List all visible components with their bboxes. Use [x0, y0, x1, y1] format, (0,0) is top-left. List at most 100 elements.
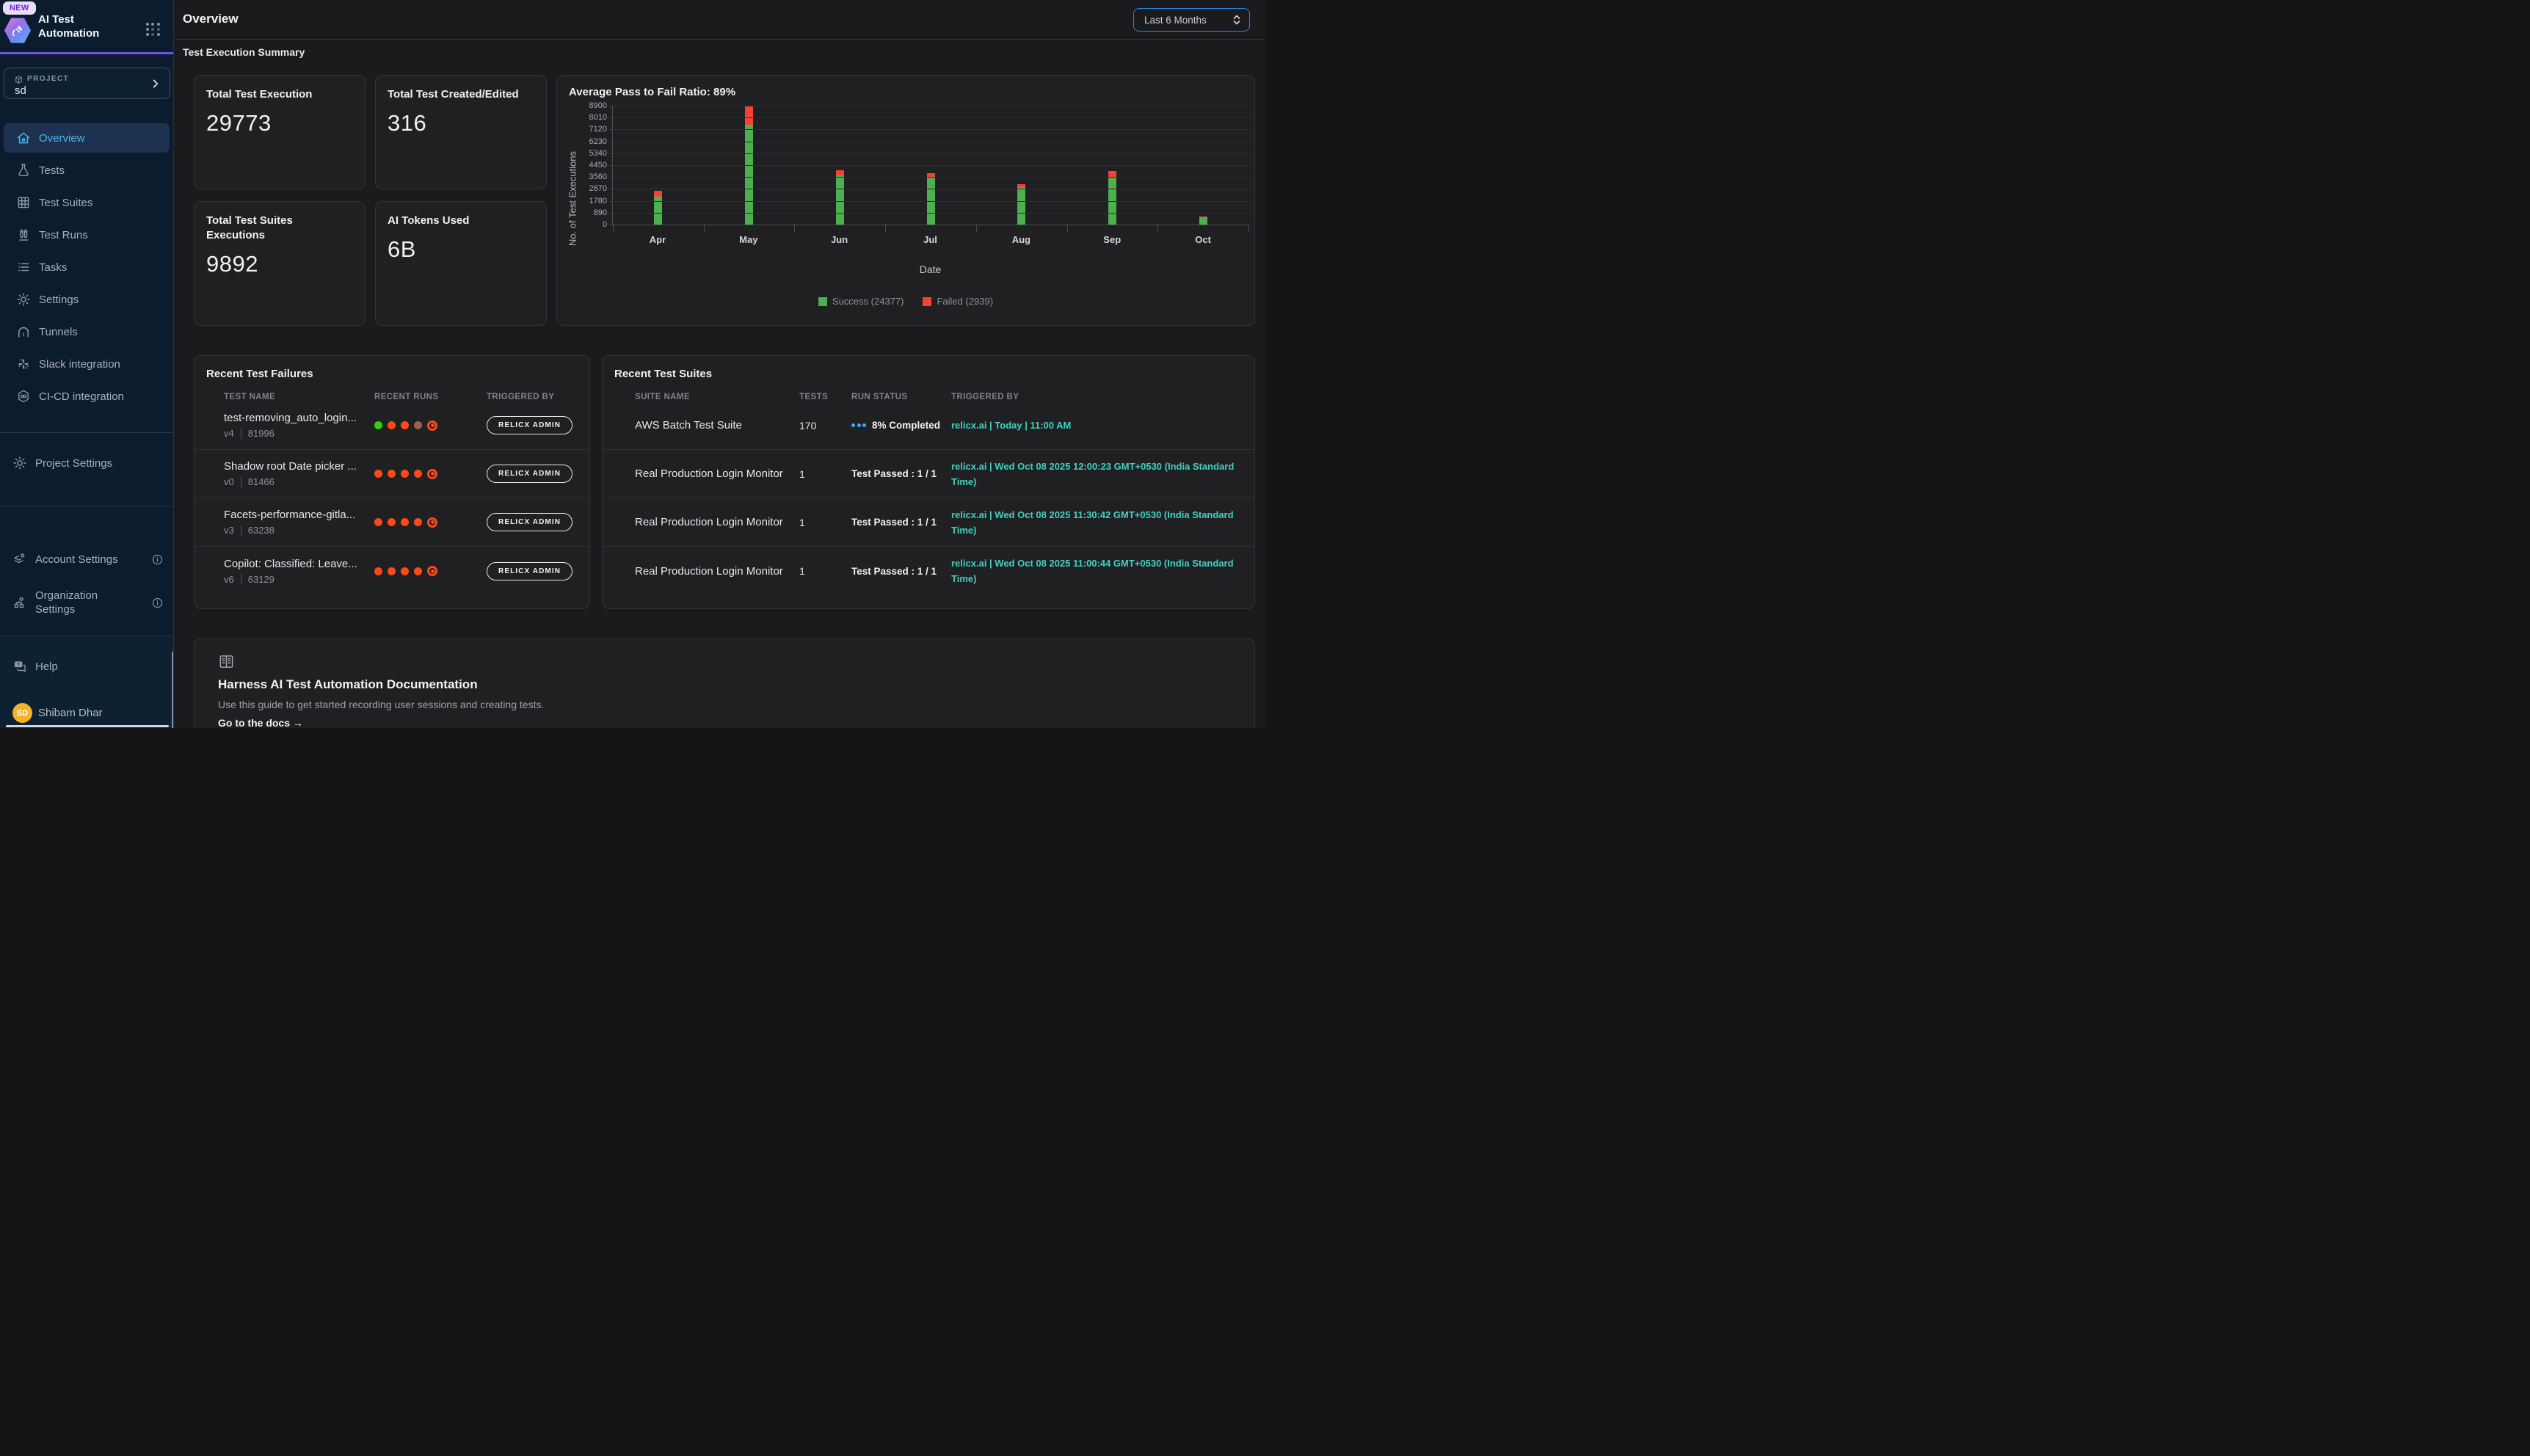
sidebar-item-slack-integration[interactable]: Slack integration [4, 349, 170, 379]
test-name[interactable]: Copilot: Classified: Leave... [224, 558, 374, 570]
table-row[interactable]: AWS Batch Test Suite 170 8% Completed re… [603, 401, 1254, 450]
sidebar-item-label: Settings [39, 294, 79, 306]
sidebar-item-overview[interactable]: Overview [4, 123, 170, 153]
run-status-dot-failed[interactable] [414, 518, 422, 526]
sidebar-item-help[interactable]: ? Help [4, 652, 170, 681]
sidebar-item-settings[interactable]: Settings [4, 285, 170, 314]
sidebar-vertical-scrollbar[interactable] [172, 652, 173, 728]
recent-run-dots[interactable] [374, 566, 487, 576]
app-logo[interactable] [4, 17, 31, 44]
suite-name[interactable]: Real Production Login Monitor [635, 467, 799, 480]
docs-title: Harness AI Test Automation Documentation [218, 677, 478, 692]
gear-icon [16, 292, 31, 307]
sidebar: NEW AI Test Automation PROJECT sd Overvi… [0, 0, 174, 728]
list-icon [16, 260, 31, 274]
suite-name[interactable]: Real Production Login Monitor [635, 516, 799, 528]
triggered-by-button[interactable]: RELICX ADMIN [487, 465, 572, 483]
help-chat-icon: ? [12, 659, 27, 674]
sidebar-item-test-runs[interactable]: Test Runs [4, 220, 170, 250]
table-row[interactable]: Real Production Login Monitor 1 Test Pas… [603, 498, 1254, 547]
sidebar-horizontal-scrollbar[interactable] [6, 725, 169, 727]
run-status-dot-running[interactable] [427, 469, 437, 479]
run-status-dot-success[interactable] [374, 421, 382, 429]
run-status-dot-failed[interactable] [388, 421, 396, 429]
stat-card-total-test-created: Total Test Created/Edited 316 [375, 75, 547, 189]
stat-label: Total Test Suites Executions [195, 202, 319, 243]
project-selector[interactable]: PROJECT sd [4, 68, 170, 99]
run-status-dot-running[interactable] [427, 517, 437, 528]
run-status-dot-failed[interactable] [401, 567, 409, 575]
table-row[interactable]: Real Production Login Monitor 1 Test Pas… [603, 547, 1254, 595]
run-status-dot-running[interactable] [427, 566, 437, 576]
run-status-dot-failed[interactable] [374, 470, 382, 478]
triggered-by-link[interactable]: relicx.ai | Wed Oct 08 2025 12:00:23 GMT… [951, 459, 1254, 489]
chart-legend: Success (24377) Failed (2939) [557, 296, 1254, 307]
stat-label: Total Test Created/Edited [376, 76, 546, 102]
stat-value: 316 [376, 102, 546, 136]
info-icon[interactable] [151, 597, 164, 609]
test-meta: v363238 [224, 525, 374, 536]
info-icon[interactable] [151, 553, 164, 566]
sidebar-item-tunnels[interactable]: Tunnels [4, 317, 170, 346]
triggered-by-button[interactable]: RELICX ADMIN [487, 416, 572, 434]
recent-run-dots[interactable] [374, 469, 487, 479]
card-title: Recent Test Suites [603, 356, 1254, 380]
run-status-dot-failed[interactable] [414, 470, 422, 478]
date-range-select[interactable]: Last 6 Months [1133, 8, 1250, 32]
svg-text:?: ? [17, 663, 20, 668]
docs-subtitle: Use this guide to get started recording … [218, 699, 544, 710]
stat-value: 6B [376, 228, 546, 263]
recent-run-dots[interactable] [374, 421, 487, 431]
run-status-dot-failed[interactable] [374, 567, 382, 575]
table-row[interactable]: Shadow root Date picker ... v081466 RELI… [195, 450, 589, 498]
run-status: Test Passed : 1 / 1 [851, 468, 951, 479]
triggered-by-link[interactable]: relicx.ai | Today | 11:00 AM [951, 418, 1254, 433]
run-status-dot-failed[interactable] [401, 518, 409, 526]
project-name: sd [15, 84, 26, 97]
suite-name[interactable]: AWS Batch Test Suite [635, 419, 799, 432]
test-name[interactable]: Shadow root Date picker ... [224, 460, 374, 473]
sidebar-item-test-suites[interactable]: Test Suites [4, 188, 170, 217]
stat-card-total-test-execution: Total Test Execution 29773 [194, 75, 366, 189]
progress-dots-icon [851, 423, 866, 427]
run-status-dot-running[interactable] [427, 421, 437, 431]
run-status-dot-failed[interactable] [374, 518, 382, 526]
docs-link[interactable]: Go to the docs → [218, 717, 303, 728]
run-status-dot-failed[interactable] [401, 470, 409, 478]
test-name[interactable]: test-removing_auto_login... [224, 412, 374, 424]
table-row[interactable]: test-removing_auto_login... v481996 RELI… [195, 401, 589, 450]
test-name[interactable]: Facets-performance-gitla... [224, 509, 374, 521]
table-row[interactable]: Real Production Login Monitor 1 Test Pas… [603, 450, 1254, 498]
run-status-dot-failed[interactable] [388, 567, 396, 575]
run-status-dot-failed[interactable] [414, 567, 422, 575]
brand-divider [0, 52, 173, 54]
triggered-by-link[interactable]: relicx.ai | Wed Oct 08 2025 11:00:44 GMT… [951, 556, 1254, 586]
sidebar-item-account-settings[interactable]: Account Settings [4, 545, 170, 574]
user-avatar[interactable]: SD [12, 703, 32, 723]
triggered-by-button[interactable]: RELICX ADMIN [487, 562, 572, 580]
run-status-dot-failed[interactable] [388, 470, 396, 478]
run-status-dot-failed[interactable] [388, 518, 396, 526]
user-name[interactable]: Shibam Dhar [38, 707, 103, 719]
app-window: NEW AI Test Automation PROJECT sd Overvi… [0, 0, 1265, 728]
run-status-dot-failed[interactable] [401, 421, 409, 429]
sidebar-item-tests[interactable]: Tests [4, 156, 170, 185]
sidebar-item-tasks[interactable]: Tasks [4, 252, 170, 282]
suite-name[interactable]: Real Production Login Monitor [635, 565, 799, 578]
triggered-by-button[interactable]: RELICX ADMIN [487, 513, 572, 531]
sidebar-item-organization-settings[interactable]: Organization Settings [4, 585, 170, 620]
app-switcher-icon[interactable] [146, 23, 160, 36]
chart-title: Average Pass to Fail Ratio: 89% [569, 86, 735, 98]
suite-tests: 1 [799, 565, 851, 577]
sidebar-item-cicd-integration[interactable]: CI-CD integration [4, 382, 170, 411]
sidebar-item-project-settings[interactable]: Project Settings [4, 448, 170, 478]
table-row[interactable]: Facets-performance-gitla... v363238 RELI… [195, 498, 589, 547]
table-row[interactable]: Copilot: Classified: Leave... v663129 RE… [195, 547, 589, 595]
triggered-by-link[interactable]: relicx.ai | Wed Oct 08 2025 11:30:42 GMT… [951, 507, 1254, 538]
run-status-dot-aborted[interactable] [414, 421, 422, 429]
table-header: SUITE NAMETESTSRUN STATUSTRIGGERED BY [603, 393, 1254, 401]
test-meta: v481996 [224, 428, 374, 439]
recent-run-dots[interactable] [374, 517, 487, 528]
select-chevrons-icon [1232, 14, 1242, 26]
success-swatch [818, 297, 827, 306]
